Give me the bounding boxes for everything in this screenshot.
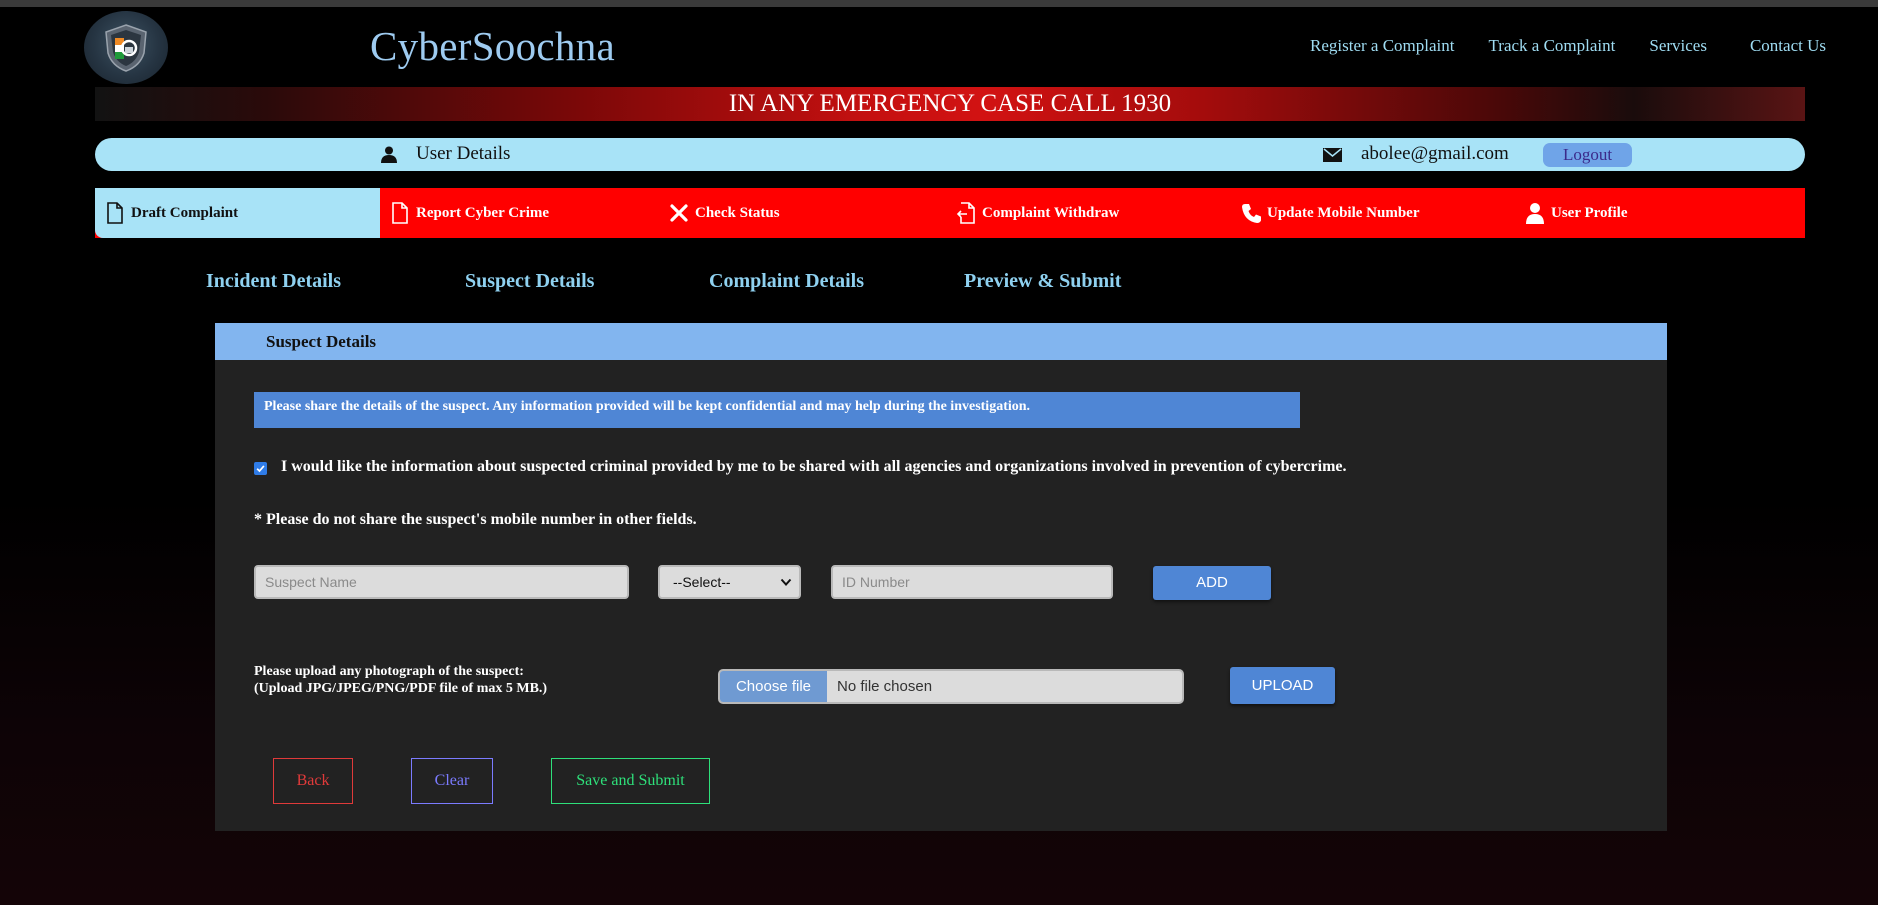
upload-instructions-line1: Please upload any photograph of the susp… — [254, 664, 524, 679]
file-status-text: No file chosen — [837, 678, 933, 695]
tab-label: Complaint Withdraw — [982, 204, 1120, 221]
mail-icon — [1323, 148, 1342, 162]
id-number-input[interactable]: ID Number — [831, 565, 1113, 599]
panel-title: Suspect Details — [215, 323, 1667, 360]
document-icon — [392, 202, 408, 224]
photo-file-input[interactable]: Choose file No file chosen — [718, 669, 1184, 704]
share-consent-label: I would like the information about suspe… — [281, 458, 1347, 475]
upload-instructions-line2: (Upload JPG/JPEG/PNG/PDF file of max 5 M… — [254, 681, 548, 696]
tab-complaint-withdraw[interactable]: Complaint Withdraw — [956, 188, 1119, 238]
checkmark-icon — [256, 465, 265, 473]
logout-button[interactable]: Logout — [1543, 143, 1632, 167]
shield-icon — [105, 23, 147, 72]
suspect-name-input[interactable]: Suspect Name — [254, 565, 629, 599]
step-complaint-details[interactable]: Complaint Details — [709, 270, 864, 293]
share-consent-row: I would like the information about suspe… — [254, 458, 1347, 476]
upload-instructions: Please upload any photograph of the susp… — [254, 663, 547, 697]
mobile-number-note: * Please do not share the suspect's mobi… — [254, 511, 697, 528]
document-icon — [107, 202, 123, 224]
clear-button[interactable]: Clear — [411, 758, 493, 804]
site-logo[interactable] — [84, 11, 168, 84]
step-suspect-details[interactable]: Suspect Details — [465, 270, 594, 293]
nav-contact-us[interactable]: Contact Us — [1750, 36, 1826, 56]
close-x-icon — [670, 204, 688, 222]
tab-user-profile[interactable]: User Profile — [1525, 188, 1628, 238]
user-email: abolee@gmail.com — [1361, 143, 1509, 164]
tab-label: Draft Complaint — [131, 204, 239, 221]
add-suspect-button[interactable]: ADD — [1153, 566, 1271, 600]
user-icon — [381, 146, 397, 163]
tab-label: Update Mobile Number — [1267, 204, 1420, 221]
tab-report-cyber-crime[interactable]: Report Cyber Crime — [390, 188, 549, 238]
emergency-banner: IN ANY EMERGENCY CASE CALL 1930 — [95, 87, 1805, 121]
top-strip — [0, 0, 1878, 7]
main-tab-menu: Draft Complaint Report Cyber Crime Check… — [95, 188, 1805, 238]
upload-button[interactable]: UPLOAD — [1230, 667, 1335, 704]
user-details-label: User Details — [416, 143, 511, 164]
tab-label: Check Status — [695, 204, 780, 221]
back-button[interactable]: Back — [273, 758, 353, 804]
chevron-down-icon — [780, 578, 792, 586]
step-preview-submit[interactable]: Preview & Submit — [964, 270, 1121, 293]
tab-label: User Profile — [1551, 204, 1628, 221]
step-incident-details[interactable]: Incident Details — [206, 270, 341, 293]
choose-file-button[interactable]: Choose file — [720, 671, 827, 702]
tab-draft-complaint[interactable]: Draft Complaint — [95, 188, 380, 238]
id-type-selected-value: --Select-- — [673, 574, 731, 590]
suspect-details-panel: Suspect Details Please share the details… — [215, 323, 1667, 831]
top-nav: Register a Complaint Track a Complaint S… — [1310, 36, 1826, 56]
phone-icon — [1242, 204, 1261, 223]
user-icon — [1526, 203, 1544, 224]
tab-update-mobile-number[interactable]: Update Mobile Number — [1241, 188, 1420, 238]
file-export-icon — [956, 202, 975, 224]
save-submit-button[interactable]: Save and Submit — [551, 758, 710, 804]
nav-services[interactable]: Services — [1649, 36, 1707, 56]
nav-register-complaint[interactable]: Register a Complaint — [1310, 36, 1454, 56]
info-banner: Please share the details of the suspect.… — [254, 392, 1300, 428]
share-consent-checkbox[interactable] — [254, 462, 267, 475]
tab-label: Report Cyber Crime — [416, 204, 550, 221]
tab-check-status[interactable]: Check Status — [669, 188, 780, 238]
nav-track-complaint[interactable]: Track a Complaint — [1489, 36, 1616, 56]
user-bar: User Details abolee@gmail.com Logout — [95, 138, 1805, 171]
id-type-select[interactable]: --Select-- — [658, 565, 801, 599]
brand-title[interactable]: CyberSoochna — [370, 22, 615, 70]
